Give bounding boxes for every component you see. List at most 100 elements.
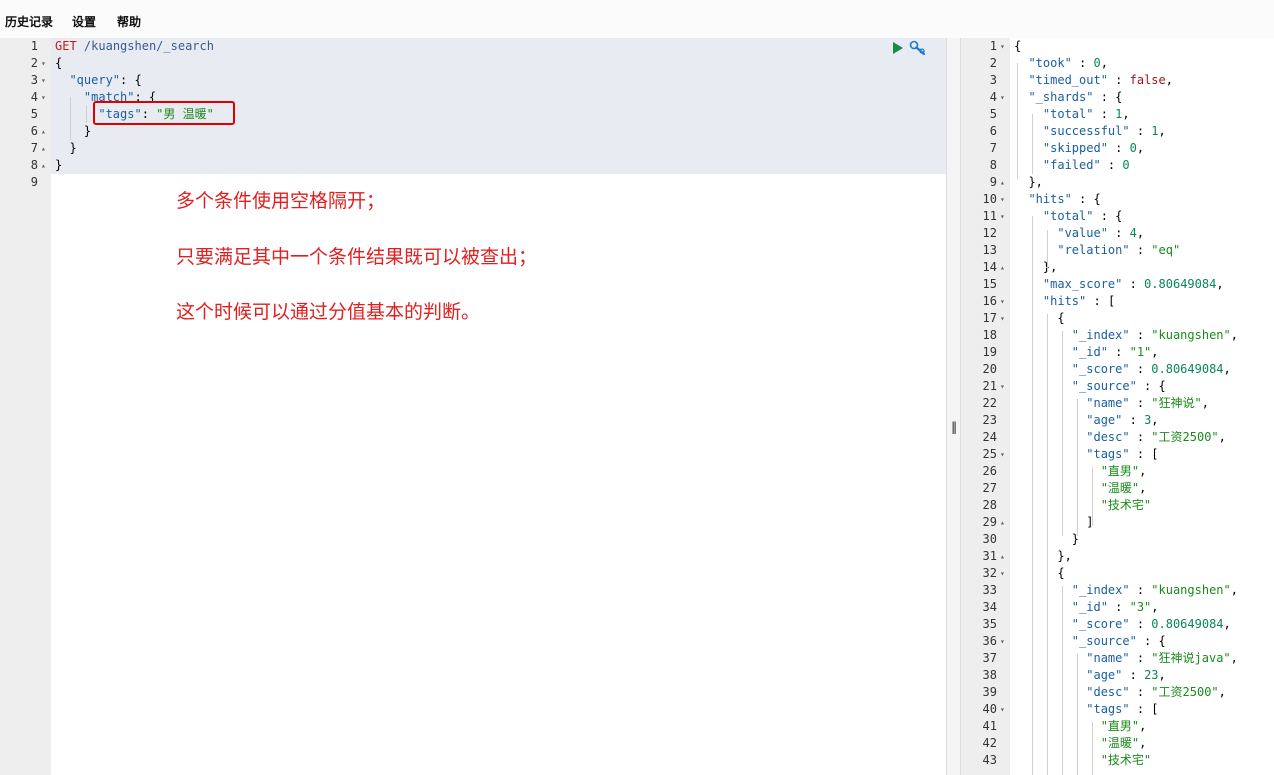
response-viewer[interactable]: 1 ▾{2 "took" : 0, 3 "timed_out" : false, 4 ▾… xyxy=(961,38,1274,775)
code-text[interactable]: { xyxy=(1014,38,1021,55)
response-line[interactable]: 41 "直男", xyxy=(961,718,1274,735)
response-line[interactable]: 32 ▾ { xyxy=(961,565,1274,582)
request-line[interactable]: 3 ▾ "query": { xyxy=(0,72,946,89)
code-text[interactable]: "技术宅" xyxy=(1014,752,1151,769)
request-line[interactable]: 8 ▴} xyxy=(0,157,946,174)
response-line[interactable]: 8 "failed" : 0 xyxy=(961,157,1274,174)
response-line[interactable]: 25 ▾ "tags" : [ xyxy=(961,446,1274,463)
code-text[interactable]: "age" : 23, xyxy=(1014,667,1166,684)
response-line[interactable]: 13 "relation" : "eq" xyxy=(961,242,1274,259)
response-line[interactable]: 26 "直男", xyxy=(961,463,1274,480)
code-text[interactable]: "tags" : [ xyxy=(1014,446,1158,463)
code-text[interactable]: ] xyxy=(1014,514,1093,531)
code-text[interactable]: "温暖", xyxy=(1014,735,1147,752)
menu-history[interactable]: 历史记录 xyxy=(5,13,53,30)
code-text[interactable]: "tags" : [ xyxy=(1014,701,1158,718)
fold-collapse-icon[interactable]: ▴ xyxy=(1000,548,1005,565)
menu-help[interactable]: 帮助 xyxy=(117,13,141,30)
code-text[interactable]: "successful" : 1, xyxy=(1014,123,1166,140)
fold-expanded-icon[interactable]: ▾ xyxy=(41,55,46,72)
response-line[interactable]: 11 ▾ "total" : { xyxy=(961,208,1274,225)
response-line[interactable]: 18 "_index" : "kuangshen", xyxy=(961,327,1274,344)
fold-collapse-icon[interactable]: ▴ xyxy=(1000,259,1005,276)
code-text[interactable]: "hits" : { xyxy=(1014,191,1100,208)
response-line[interactable]: 38 "age" : 23, xyxy=(961,667,1274,684)
fold-expanded-icon[interactable]: ▾ xyxy=(1000,565,1005,582)
response-line[interactable]: 28 "技术宅" xyxy=(961,497,1274,514)
code-text[interactable]: "_source" : { xyxy=(1014,633,1166,650)
response-line[interactable]: 31 ▴ }, xyxy=(961,548,1274,565)
code-text[interactable]: "query": { xyxy=(55,72,141,89)
code-text[interactable]: "total" : { xyxy=(1014,208,1122,225)
response-line[interactable]: 24 "desc" : "工资2500", xyxy=(961,429,1274,446)
code-text[interactable]: "直男", xyxy=(1014,718,1147,735)
code-text[interactable]: } xyxy=(55,123,91,140)
response-line[interactable]: 39 "desc" : "工资2500", xyxy=(961,684,1274,701)
fold-collapse-icon[interactable]: ▴ xyxy=(1000,174,1005,191)
response-line[interactable]: 5 "total" : 1, xyxy=(961,106,1274,123)
code-text[interactable]: "desc" : "工资2500", xyxy=(1014,684,1226,701)
code-text[interactable]: "技术宅" xyxy=(1014,497,1151,514)
response-line[interactable]: 19 "_id" : "1", xyxy=(961,344,1274,361)
fold-expanded-icon[interactable]: ▾ xyxy=(1000,701,1005,718)
code-text[interactable]: }, xyxy=(1014,548,1071,565)
code-text[interactable]: }, xyxy=(1014,259,1057,276)
response-line[interactable]: 17 ▾ { xyxy=(961,310,1274,327)
response-line[interactable]: 14 ▴ }, xyxy=(961,259,1274,276)
code-text[interactable]: } xyxy=(55,157,62,174)
response-line[interactable]: 10 ▾ "hits" : { xyxy=(961,191,1274,208)
request-line[interactable]: 6 ▴ } xyxy=(0,123,946,140)
code-text[interactable]: "relation" : "eq" xyxy=(1014,242,1180,259)
fold-collapse-icon[interactable]: ▴ xyxy=(41,157,46,174)
code-text[interactable]: "_id" : "3", xyxy=(1014,599,1159,616)
response-line[interactable]: 3 "timed_out" : false, xyxy=(961,72,1274,89)
response-line[interactable]: 20 "_score" : 0.80649084, xyxy=(961,361,1274,378)
play-icon[interactable] xyxy=(892,40,904,59)
code-text[interactable]: "value" : 4, xyxy=(1014,225,1144,242)
fold-expanded-icon[interactable]: ▾ xyxy=(1000,293,1005,310)
code-text[interactable]: "直男", xyxy=(1014,463,1147,480)
response-line[interactable]: 33 "_index" : "kuangshen", xyxy=(961,582,1274,599)
code-text[interactable]: GET /kuangshen/_search xyxy=(55,38,214,55)
response-line[interactable]: 12 "value" : 4, xyxy=(961,225,1274,242)
code-text[interactable]: "_source" : { xyxy=(1014,378,1166,395)
code-text[interactable]: { xyxy=(1014,310,1064,327)
response-line[interactable]: 22 "name" : "狂神说", xyxy=(961,395,1274,412)
response-line[interactable]: 15 "max_score" : 0.80649084, xyxy=(961,276,1274,293)
response-line[interactable]: 7 "skipped" : 0, xyxy=(961,140,1274,157)
response-line[interactable]: 23 "age" : 3, xyxy=(961,412,1274,429)
response-line[interactable]: 34 "_id" : "3", xyxy=(961,599,1274,616)
code-text[interactable]: } xyxy=(55,140,76,157)
fold-expanded-icon[interactable]: ▾ xyxy=(1000,89,1005,106)
code-text[interactable]: }, xyxy=(1014,174,1042,191)
response-line[interactable]: 35 "_score" : 0.80649084, xyxy=(961,616,1274,633)
code-text[interactable]: "desc" : "工资2500", xyxy=(1014,429,1226,446)
code-text[interactable]: "_id" : "1", xyxy=(1014,344,1159,361)
fold-expanded-icon[interactable]: ▾ xyxy=(1000,38,1005,55)
response-line[interactable]: 43 "技术宅" xyxy=(961,752,1274,769)
code-text[interactable]: "age" : 3, xyxy=(1014,412,1158,429)
code-text[interactable]: { xyxy=(55,55,62,72)
menu-settings[interactable]: 设置 xyxy=(72,13,96,30)
wrench-icon[interactable] xyxy=(909,40,927,60)
response-line[interactable]: 16 ▾ "hits" : [ xyxy=(961,293,1274,310)
response-line[interactable]: 42 "温暖", xyxy=(961,735,1274,752)
code-text[interactable]: "hits" : [ xyxy=(1014,293,1115,310)
code-text[interactable]: "max_score" : 0.80649084, xyxy=(1014,276,1224,293)
code-text[interactable]: "name" : "狂神说", xyxy=(1014,395,1209,412)
code-text[interactable]: "skipped" : 0, xyxy=(1014,140,1144,157)
fold-collapse-icon[interactable]: ▴ xyxy=(1000,514,1005,531)
response-line[interactable]: 6 "successful" : 1, xyxy=(961,123,1274,140)
response-line[interactable]: 29 ▴ ] xyxy=(961,514,1274,531)
fold-expanded-icon[interactable]: ▾ xyxy=(1000,633,1005,650)
response-line[interactable]: 40 ▾ "tags" : [ xyxy=(961,701,1274,718)
fold-expanded-icon[interactable]: ▾ xyxy=(1000,378,1005,395)
response-line[interactable]: 4 ▾ "_shards" : { xyxy=(961,89,1274,106)
response-line[interactable]: 27 "温暖", xyxy=(961,480,1274,497)
response-line[interactable]: 37 "name" : "狂神说java", xyxy=(961,650,1274,667)
request-line[interactable]: 7 ▴ } xyxy=(0,140,946,157)
splitter-grip-icon[interactable]: ‖ xyxy=(951,420,957,434)
response-line[interactable]: 36 ▾ "_source" : { xyxy=(961,633,1274,650)
response-line[interactable]: 1 ▾ { xyxy=(961,38,1274,55)
request-line[interactable]: 1 GET /kuangshen/_search xyxy=(0,38,946,55)
